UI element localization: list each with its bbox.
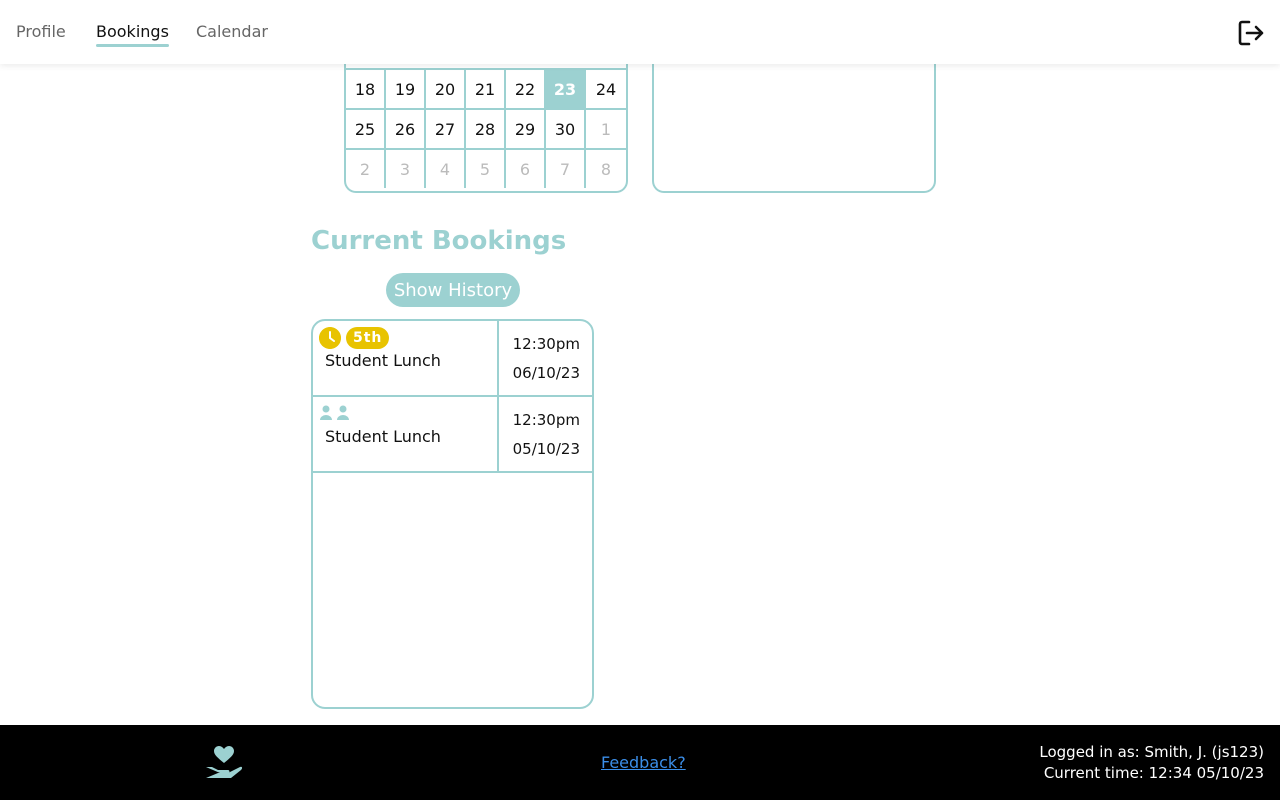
calendar-day-muted[interactable]: 7	[546, 148, 586, 188]
tab-calendar[interactable]: Calendar	[196, 22, 268, 41]
calendar-day[interactable]: 27	[426, 108, 466, 148]
bookings-list: 5th Student Lunch 12:30pm 06/10/23 Stude…	[311, 319, 594, 709]
current-bookings-title: Current Bookings	[311, 226, 567, 256]
logout-icon[interactable]	[1238, 20, 1266, 46]
top-navigation: Profile Bookings Calendar	[0, 0, 1280, 64]
people-icon	[320, 405, 349, 420]
calendar-day[interactable]: 19	[386, 68, 426, 108]
calendar-week: 2 3 4 5 6 7 8	[346, 148, 626, 188]
queue-badge: 5th	[346, 327, 390, 349]
tab-bookings[interactable]: Bookings	[96, 22, 169, 47]
calendar-day-muted[interactable]: 5	[466, 148, 506, 188]
calendar-day-muted[interactable]: 1	[586, 108, 626, 148]
booking-date: 05/10/23	[512, 440, 580, 458]
calendar-day[interactable]: 21	[466, 68, 506, 108]
calendar-week: 18 19 20 21 22 23 24	[346, 68, 626, 108]
calendar-day-muted[interactable]: 8	[586, 148, 626, 188]
footer: Feedback? Logged in as: Smith, J. (js123…	[0, 725, 1280, 800]
booking-row[interactable]: Student Lunch 12:30pm 05/10/23	[313, 397, 592, 473]
logged-in-text: Logged in as: Smith, J. (js123)	[1039, 743, 1264, 761]
booking-name: Student Lunch	[325, 351, 441, 370]
tab-profile[interactable]: Profile	[16, 22, 66, 41]
calendar-day-muted[interactable]: 6	[506, 148, 546, 188]
booking-time: 12:30pm	[512, 411, 580, 429]
booking-time: 12:30pm	[512, 335, 580, 353]
calendar-day[interactable]: 18	[346, 68, 386, 108]
show-history-button[interactable]: Show History	[386, 273, 520, 307]
booking-row[interactable]: 5th Student Lunch 12:30pm 06/10/23	[313, 321, 592, 397]
calendar-day[interactable]: 26	[386, 108, 426, 148]
calendar-day-muted[interactable]: 3	[386, 148, 426, 188]
booking-name: Student Lunch	[325, 427, 441, 446]
calendar-day[interactable]: 29	[506, 108, 546, 148]
booking-date: 06/10/23	[512, 364, 580, 382]
calendar-day[interactable]: 28	[466, 108, 506, 148]
calendar-day-muted[interactable]: 2	[346, 148, 386, 188]
feedback-link[interactable]: Feedback?	[601, 753, 686, 772]
current-time-text: Current time: 12:34 05/10/23	[1043, 764, 1264, 782]
calendar-day[interactable]: 25	[346, 108, 386, 148]
heart-hand-icon[interactable]	[204, 745, 244, 781]
calendar-day[interactable]: 20	[426, 68, 466, 108]
calendar-day-muted[interactable]: 4	[426, 148, 466, 188]
session-info: Logged in as: Smith, J. (js123) Current …	[1039, 742, 1264, 784]
calendar-week: 25 26 27 28 29 30 1	[346, 108, 626, 148]
booking-info: Student Lunch	[313, 397, 499, 471]
calendar-day-today[interactable]: 23	[546, 68, 586, 108]
clock-icon	[319, 327, 341, 349]
booking-info: 5th Student Lunch	[313, 321, 499, 395]
calendar-day[interactable]: 30	[546, 108, 586, 148]
calendar-day[interactable]: 24	[586, 68, 626, 108]
calendar-day[interactable]: 22	[506, 68, 546, 108]
